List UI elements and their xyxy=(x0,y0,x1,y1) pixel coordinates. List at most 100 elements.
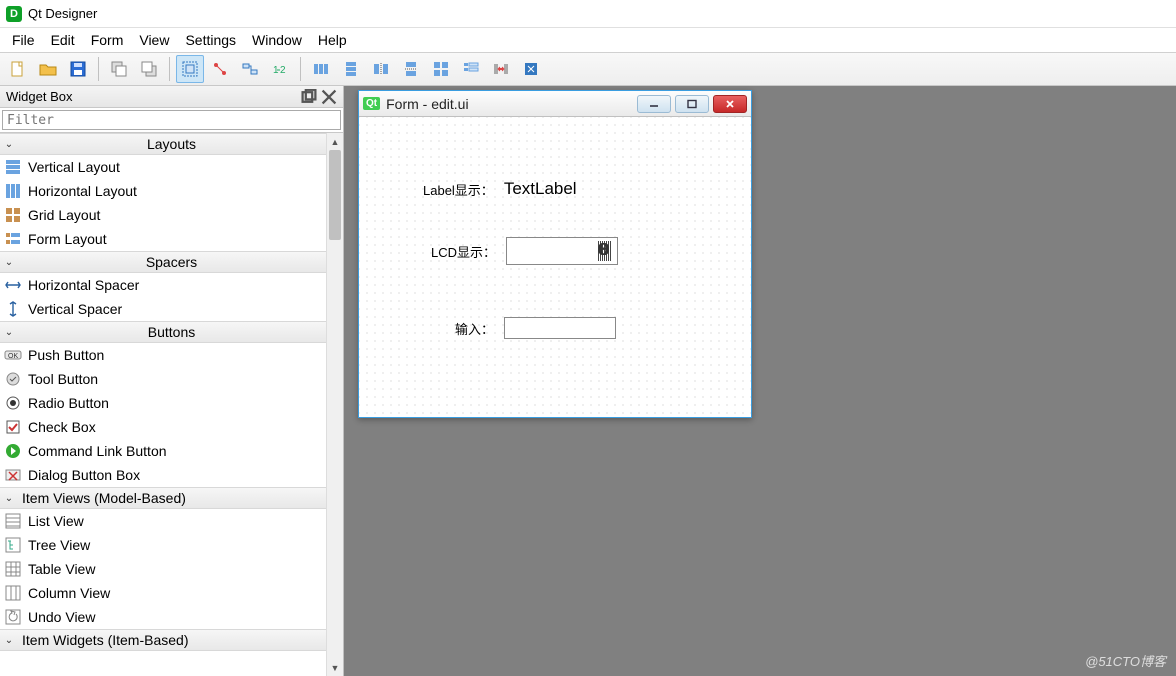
label-caption[interactable]: Label显示： xyxy=(423,180,494,199)
widget-horizontal-spacer[interactable]: Horizontal Spacer xyxy=(0,273,343,297)
bring-front-icon[interactable] xyxy=(135,55,163,83)
scrollbar[interactable]: ▲ ▼ xyxy=(326,133,343,676)
edit-widgets-icon[interactable] xyxy=(176,55,204,83)
scroll-thumb[interactable] xyxy=(329,150,341,240)
menubar: FileEditFormViewSettingsWindowHelp xyxy=(0,28,1176,52)
chevron-down-icon: ⌄ xyxy=(0,257,18,268)
break-layout-icon[interactable] xyxy=(487,55,515,83)
minimize-button[interactable] xyxy=(637,95,671,113)
chevron-down-icon: ⌄ xyxy=(0,327,18,338)
scroll-down-icon[interactable]: ▼ xyxy=(327,659,343,676)
widget-item-label: Table View xyxy=(28,561,95,577)
adjust-size-icon[interactable] xyxy=(517,55,545,83)
chevron-down-icon: ⌄ xyxy=(0,493,18,504)
menu-window[interactable]: Window xyxy=(244,30,310,50)
listview-icon xyxy=(4,512,22,530)
qt-icon: Qt xyxy=(363,97,380,110)
widget-column-view[interactable]: Column View xyxy=(0,581,343,605)
text-label[interactable]: TextLabel xyxy=(504,179,577,199)
edit-signals-icon[interactable] xyxy=(206,55,234,83)
close-icon[interactable] xyxy=(321,90,337,104)
widget-command-link-button[interactable]: Command Link Button xyxy=(0,439,343,463)
send-back-icon[interactable] xyxy=(105,55,133,83)
hspacer-icon xyxy=(4,276,22,294)
layout-v-splitter-icon[interactable] xyxy=(397,55,425,83)
input-caption[interactable]: 输入： xyxy=(455,319,494,338)
line-edit[interactable] xyxy=(504,317,616,339)
pushbtn-icon: OK xyxy=(4,346,22,364)
menu-file[interactable]: File xyxy=(4,30,43,50)
widget-box-tree[interactable]: ▲ ▼ ⌄Layouts Vertical Layout Horizontal La… xyxy=(0,133,343,676)
menu-view[interactable]: View xyxy=(131,30,177,50)
edit-tab-order-icon[interactable]: 12 xyxy=(266,55,294,83)
widget-vertical-spacer[interactable]: Vertical Spacer xyxy=(0,297,343,321)
radiobtn-icon xyxy=(4,394,22,412)
layout-vertical-icon[interactable] xyxy=(337,55,365,83)
widget-item-label: Tool Button xyxy=(28,371,98,387)
widget-push-button[interactable]: OKPush Button xyxy=(0,343,343,367)
filter-input[interactable] xyxy=(2,110,341,130)
main-toolbar: 12 xyxy=(0,52,1176,86)
widget-horizontal-layout[interactable]: Horizontal Layout xyxy=(0,179,343,203)
open-file-icon[interactable] xyxy=(34,55,62,83)
app-icon: D xyxy=(6,6,22,22)
widget-grid-layout[interactable]: Grid Layout xyxy=(0,203,343,227)
widget-item-label: Vertical Layout xyxy=(28,159,120,175)
form-titlebar[interactable]: Qt Form - edit.ui xyxy=(359,91,751,117)
formlayout-icon xyxy=(4,230,22,248)
widget-box-title: Widget Box xyxy=(6,89,72,104)
widget-tree-view[interactable]: Tree View xyxy=(0,533,343,557)
edit-buddies-icon[interactable] xyxy=(236,55,264,83)
category-layouts[interactable]: ⌄Layouts xyxy=(0,133,343,155)
chevron-down-icon: ⌄ xyxy=(0,139,18,150)
widget-item-label: Dialog Button Box xyxy=(28,467,140,483)
widget-list-view[interactable]: List View xyxy=(0,509,343,533)
widget-box-panel: Widget Box ▲ ▼ ⌄Layouts Vertical Layout Ho… xyxy=(0,86,344,676)
treeview-icon xyxy=(4,536,22,554)
category-spacers[interactable]: ⌄Spacers xyxy=(0,251,343,273)
app-titlebar: D Qt Designer xyxy=(0,0,1176,28)
menu-form[interactable]: Form xyxy=(83,30,132,50)
layout-h-splitter-icon[interactable] xyxy=(367,55,395,83)
lcd-number[interactable]: 0 xyxy=(506,237,618,265)
widget-item-label: Form Layout xyxy=(28,231,107,247)
widget-radio-button[interactable]: Radio Button xyxy=(0,391,343,415)
undoview-icon xyxy=(4,608,22,626)
form-window[interactable]: Qt Form - edit.ui Label显示： TextLabel LCD… xyxy=(358,90,752,418)
menu-edit[interactable]: Edit xyxy=(43,30,83,50)
form-body[interactable]: Label显示： TextLabel LCD显示： 0 输入： xyxy=(359,117,751,417)
menu-help[interactable]: Help xyxy=(310,30,355,50)
widget-item-label: Horizontal Spacer xyxy=(28,277,139,293)
category-item-widgets-item-based-[interactable]: ⌄Item Widgets (Item-Based) xyxy=(0,629,343,651)
maximize-button[interactable] xyxy=(675,95,709,113)
restore-icon[interactable] xyxy=(301,90,317,104)
layout-form-icon[interactable] xyxy=(457,55,485,83)
watermark: @51CTO博客 xyxy=(1085,651,1166,670)
widget-box-header: Widget Box xyxy=(0,86,343,108)
widget-tool-button[interactable]: Tool Button xyxy=(0,367,343,391)
design-canvas[interactable]: Qt Form - edit.ui Label显示： TextLabel LCD… xyxy=(344,86,1176,676)
widget-form-layout[interactable]: Form Layout xyxy=(0,227,343,251)
lcd-caption[interactable]: LCD显示： xyxy=(431,242,496,261)
scroll-up-icon[interactable]: ▲ xyxy=(327,133,343,150)
widget-undo-view[interactable]: Undo View xyxy=(0,605,343,629)
close-button[interactable] xyxy=(713,95,747,113)
widget-item-label: Undo View xyxy=(28,609,95,625)
layout-grid-icon[interactable] xyxy=(427,55,455,83)
widget-dialog-button-box[interactable]: Dialog Button Box xyxy=(0,463,343,487)
app-title: Qt Designer xyxy=(28,6,97,21)
menu-settings[interactable]: Settings xyxy=(177,30,244,50)
hlayout-icon xyxy=(4,182,22,200)
new-file-icon[interactable] xyxy=(4,55,32,83)
widget-table-view[interactable]: Table View xyxy=(0,557,343,581)
save-file-icon[interactable] xyxy=(64,55,92,83)
widget-item-label: Radio Button xyxy=(28,395,109,411)
checkbox-icon xyxy=(4,418,22,436)
category-buttons[interactable]: ⌄Buttons xyxy=(0,321,343,343)
widget-check-box[interactable]: Check Box xyxy=(0,415,343,439)
widget-item-label: Grid Layout xyxy=(28,207,100,223)
dlgbox-icon xyxy=(4,466,22,484)
widget-vertical-layout[interactable]: Vertical Layout xyxy=(0,155,343,179)
layout-horizontal-icon[interactable] xyxy=(307,55,335,83)
category-item-views-model-based-[interactable]: ⌄Item Views (Model-Based) xyxy=(0,487,343,509)
